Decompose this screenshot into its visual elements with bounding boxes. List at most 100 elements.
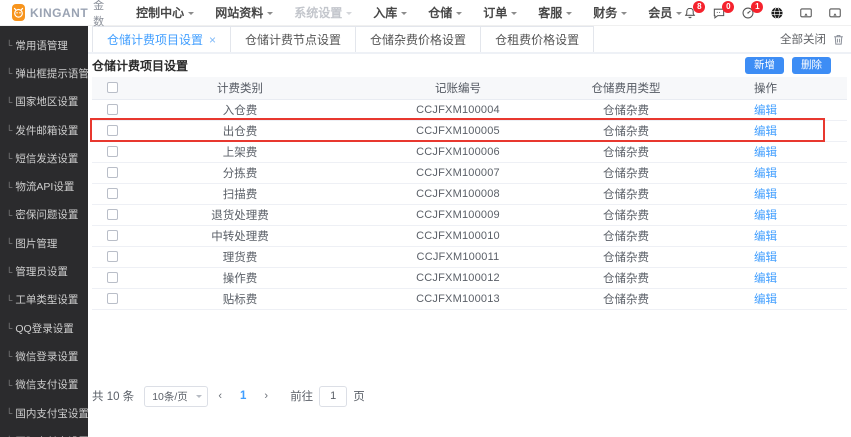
row-checkbox[interactable] <box>106 250 118 262</box>
tab-label: 仓储计费节点设置 <box>245 33 342 47</box>
next-page-button[interactable]: › <box>254 390 278 402</box>
sidebar-item-domestic-alipay[interactable]: └ 国内支付宝设置 <box>0 399 88 427</box>
row-checkbox[interactable] <box>106 208 118 220</box>
cell-category: 出仓费 <box>132 120 348 142</box>
close-all-tabs-button[interactable]: 全部关闭 <box>780 31 826 47</box>
tab-billing-items[interactable]: 仓储计费项目设置 × <box>92 26 232 52</box>
table-row: 入仓费 CCJFXM100004 仓储杂费 编辑 <box>92 99 847 121</box>
sidebar-item-label: 国家地区设置 <box>15 96 79 109</box>
sidebar-item-security-question[interactable]: └ 密保问题设置 <box>0 201 88 229</box>
tab-misc-fee-prices[interactable]: 仓储杂费价格设置 <box>355 26 482 52</box>
cell-code: CCJFXM100004 <box>348 99 568 121</box>
row-checkbox[interactable] <box>106 292 118 304</box>
sidebar-item-sender-email[interactable]: └ 发件邮箱设置 <box>0 116 88 144</box>
edit-link[interactable]: 编辑 <box>754 147 777 159</box>
content-header: 仓储计费项目设置 新增 删除 <box>92 54 851 77</box>
sidebar-item-label: 微信登录设置 <box>15 350 79 363</box>
sidebar-item-common-phrases[interactable]: └ 常用语管理 <box>0 31 88 59</box>
delete-button[interactable]: 删除 <box>792 57 831 74</box>
table-row: 操作费 CCJFXM100012 仓储杂费 编辑 <box>92 267 847 289</box>
topbar-icons: 8 0 1 iadmin <box>682 0 851 25</box>
tabbar-right: 全部关闭 <box>780 26 851 52</box>
row-checkbox[interactable] <box>106 229 118 241</box>
sidebar-item-logistics-api[interactable]: └ 物流API设置 <box>0 172 88 200</box>
nav-item-orders[interactable]: 订单 <box>483 4 518 21</box>
nav-label: 客服 <box>538 6 563 20</box>
table-row: 贴标费 CCJFXM100013 仓储杂费 编辑 <box>92 288 847 310</box>
tab-rent-fee-prices[interactable]: 仓租费价格设置 <box>480 26 595 52</box>
edit-link[interactable]: 编辑 <box>754 105 777 117</box>
monitor-icon-2[interactable] <box>827 5 843 21</box>
sidebar-item-wechat-login[interactable]: └ 微信登录设置 <box>0 342 88 370</box>
sidebar-item-image-management[interactable]: └ 图片管理 <box>0 229 88 257</box>
tab-billing-nodes[interactable]: 仓储计费节点设置 <box>230 26 357 52</box>
sidebar-item-international-alipay[interactable]: └国际支付宝设置 <box>0 427 88 437</box>
current-page-button[interactable]: 1 <box>232 390 254 402</box>
nav-item-membership[interactable]: 会员 <box>648 4 683 21</box>
nav-item-inbound[interactable]: 入库 <box>373 4 408 21</box>
edit-link[interactable]: 编辑 <box>754 126 777 138</box>
edit-link[interactable]: 编辑 <box>754 168 777 180</box>
dashboard-gauge-icon[interactable]: 1 <box>740 0 764 21</box>
edit-link[interactable]: 编辑 <box>754 294 777 306</box>
cell-category: 扫描费 <box>132 183 348 205</box>
table-row-highlighted: 出仓费 CCJFXM100005 仓储杂费 编辑 <box>92 120 847 142</box>
monitor-icon[interactable] <box>798 5 814 21</box>
goto-page-input[interactable] <box>319 385 348 407</box>
nav-label: 会员 <box>648 6 673 20</box>
chevron-down-icon <box>267 11 274 18</box>
row-checkbox[interactable] <box>106 187 118 199</box>
edit-link[interactable]: 编辑 <box>754 210 777 222</box>
trash-icon[interactable] <box>832 33 845 46</box>
table-row: 中转处理费 CCJFXM100010 仓储杂费 编辑 <box>92 225 847 247</box>
table-header-row: 计费类别 记账编号 仓储费用类型 操作 <box>92 77 847 100</box>
row-checkbox[interactable] <box>106 166 118 178</box>
row-checkbox[interactable] <box>106 124 118 136</box>
nav-item-control-center[interactable]: 控制中心 <box>136 4 195 21</box>
tree-branch-icon: └ <box>6 379 13 390</box>
cell-category: 贴标费 <box>132 288 348 310</box>
nav-label: 控制中心 <box>136 6 185 20</box>
sidebar-item-wechat-pay[interactable]: └ 微信支付设置 <box>0 371 88 399</box>
globe-icon[interactable] <box>769 5 785 21</box>
select-all-checkbox[interactable] <box>106 82 118 94</box>
prev-page-button[interactable]: ‹ <box>208 390 232 402</box>
page-size-select[interactable]: 10条/页 <box>144 385 209 407</box>
nav-item-customer-service[interactable]: 客服 <box>538 4 573 21</box>
sidebar-item-qq-login[interactable]: └ QQ登录设置 <box>0 314 88 342</box>
tab-label: 仓储杂费价格设置 <box>370 33 467 47</box>
bell-badge: 8 <box>693 0 706 13</box>
sidebar-item-label: 国内支付宝设置 <box>15 407 88 420</box>
nav-item-site-data[interactable]: 网站资料 <box>215 4 274 21</box>
column-header-actions: 操作 <box>684 77 847 100</box>
sidebar-item-admin-settings[interactable]: └ 管理员设置 <box>0 257 88 285</box>
sidebar-item-sms-sending[interactable]: └ 短信发送设置 <box>0 144 88 172</box>
edit-link[interactable]: 编辑 <box>754 231 777 243</box>
messages-chat-icon[interactable]: 0 <box>711 0 735 21</box>
chevron-down-icon <box>196 394 203 401</box>
sidebar-item-popup-prompts[interactable]: └弹出框提示语管理 <box>0 59 88 87</box>
notification-bell-icon[interactable]: 8 <box>682 0 706 21</box>
row-checkbox[interactable] <box>106 145 118 157</box>
cell-category: 理货费 <box>132 246 348 268</box>
cell-code: CCJFXM100005 <box>348 120 568 142</box>
close-tab-icon[interactable]: × <box>209 34 216 46</box>
tree-branch-icon: └ <box>6 266 13 277</box>
nav-item-warehouse[interactable]: 仓储 <box>428 4 463 21</box>
cell-code: CCJFXM100007 <box>348 162 568 184</box>
sidebar-item-country-region[interactable]: └ 国家地区设置 <box>0 88 88 116</box>
edit-link[interactable]: 编辑 <box>754 189 777 201</box>
sidebar-item-ticket-type[interactable]: └ 工单类型设置 <box>0 286 88 314</box>
brand[interactable]: KINGANT 金数 <box>12 0 108 29</box>
nav-item-finance[interactable]: 财务 <box>593 4 628 21</box>
row-checkbox[interactable] <box>106 103 118 115</box>
tree-branch-icon: └ <box>6 238 13 249</box>
nav-item-system-settings[interactable]: 系统设置 <box>294 4 353 21</box>
edit-link[interactable]: 编辑 <box>754 252 777 264</box>
edit-link[interactable]: 编辑 <box>754 273 777 285</box>
row-checkbox[interactable] <box>106 271 118 283</box>
cell-fee-type: 仓储杂费 <box>568 225 684 247</box>
add-button[interactable]: 新增 <box>745 57 784 74</box>
cell-code: CCJFXM100009 <box>348 204 568 226</box>
sidebar-item-label: 弹出框提示语管理 <box>15 67 88 80</box>
